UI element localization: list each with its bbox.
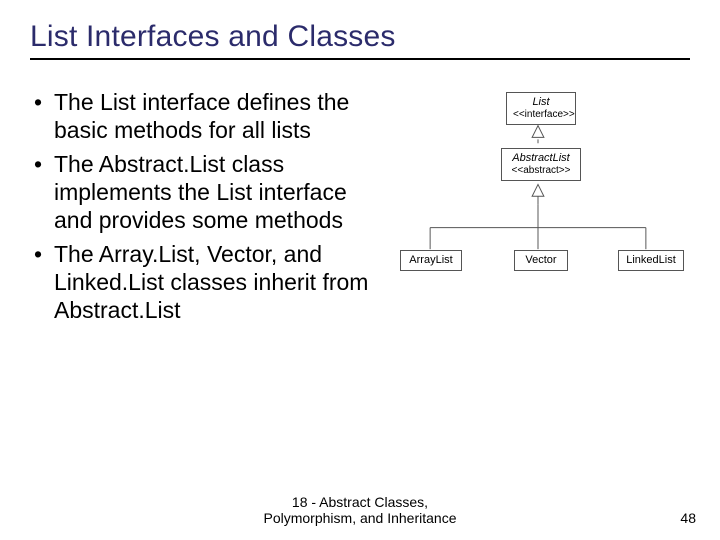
- uml-box-linkedlist: LinkedList: [618, 250, 684, 271]
- uml-class-name: LinkedList: [625, 254, 677, 267]
- uml-diagram: List <<interface>> AbstractList <<abstra…: [386, 88, 690, 328]
- page-number: 48: [680, 510, 696, 526]
- uml-box-arraylist: ArrayList: [400, 250, 462, 271]
- uml-box-list: List <<interface>>: [506, 92, 576, 125]
- footer-line2: Polymorphism, and Inheritance: [264, 510, 457, 526]
- slide: List Interfaces and Classes The List int…: [0, 0, 720, 540]
- page-title: List Interfaces and Classes: [30, 20, 690, 60]
- footer-line1: 18 - Abstract Classes,: [292, 494, 428, 510]
- uml-stereotype: <<abstract>>: [508, 165, 574, 177]
- uml-class-name: Vector: [521, 254, 561, 267]
- slide-body: The List interface defines the basic met…: [30, 88, 690, 330]
- uml-stereotype: <<interface>>: [513, 109, 569, 121]
- uml-class-name: ArrayList: [407, 254, 455, 267]
- list-item: The Array.List, Vector, and Linked.List …: [30, 240, 370, 324]
- uml-box-vector: Vector: [514, 250, 568, 271]
- bullet-list: The List interface defines the basic met…: [30, 88, 370, 330]
- uml-class-name: AbstractList: [508, 152, 574, 165]
- list-item: The Abstract.List class implements the L…: [30, 150, 370, 234]
- uml-class-name: List: [513, 96, 569, 109]
- slide-footer: 18 - Abstract Classes, Polymorphism, and…: [0, 494, 720, 526]
- uml-box-abstractlist: AbstractList <<abstract>>: [501, 148, 581, 181]
- list-item: The List interface defines the basic met…: [30, 88, 370, 144]
